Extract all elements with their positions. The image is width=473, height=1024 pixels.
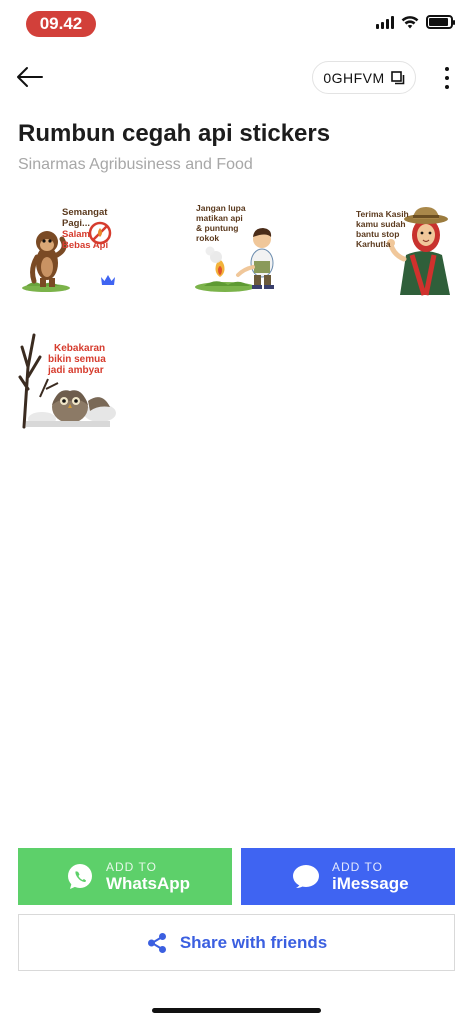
sticker-caption-line: Salam bbox=[62, 229, 90, 240]
share-icon bbox=[147, 932, 166, 953]
whatsapp-button-label: WhatsApp bbox=[106, 873, 191, 893]
share-with-friends-button[interactable]: Share with friends bbox=[18, 914, 455, 971]
add-to-imessage-button[interactable]: ADD TO iMessage bbox=[241, 848, 455, 905]
sticker-caption-line: Karhutla bbox=[356, 239, 391, 249]
sticker-caption-line: Semangat bbox=[62, 207, 108, 218]
pack-code-copy-button[interactable]: 0GHFVM bbox=[312, 61, 416, 94]
status-icons bbox=[376, 15, 455, 29]
sticker-owl-burnt-tree[interactable]: Kebakaran bikin semua jadi ambyar bbox=[18, 327, 118, 429]
sticker-caption-line: bantu stop bbox=[356, 229, 399, 239]
copy-icon bbox=[390, 70, 404, 84]
pack-code: 0GHFVM bbox=[323, 69, 385, 86]
sticker-ranger-girl[interactable]: Terima Kasih kamu sudah bantu stop Karhu… bbox=[354, 195, 454, 296]
sticker-caption-line: Terima Kasih bbox=[356, 209, 409, 219]
sticker-caption-line: Jangan lupa bbox=[196, 203, 246, 213]
imessage-button-label: iMessage bbox=[332, 873, 409, 893]
battery-icon bbox=[426, 15, 455, 29]
sticker-caption-line: & puntung bbox=[196, 223, 238, 233]
cellular-signal-icon bbox=[376, 15, 394, 29]
sticker-caption-line: jadi ambyar bbox=[47, 365, 104, 376]
crown-icon bbox=[101, 275, 115, 285]
status-time: 09.42 bbox=[26, 11, 96, 37]
sticker-caption-line: Pagi... bbox=[62, 218, 90, 229]
pack-publisher: Sinarmas Agribusiness and Food bbox=[18, 156, 253, 173]
imessage-icon bbox=[293, 864, 319, 888]
sticker-caption-line: rokok bbox=[196, 233, 219, 243]
sticker-boy-campfire[interactable]: Jangan lupa matikan api & puntung rokok bbox=[190, 195, 290, 295]
sticker-caption-line: matikan api bbox=[196, 213, 243, 223]
add-to-whatsapp-button[interactable]: ADD TO WhatsApp bbox=[18, 848, 232, 905]
back-button[interactable] bbox=[14, 62, 46, 92]
whatsapp-button-caption: ADD TO bbox=[106, 859, 157, 874]
whatsapp-icon bbox=[68, 863, 92, 889]
arrow-left-icon bbox=[17, 67, 43, 87]
more-options-icon[interactable] bbox=[436, 64, 458, 92]
imessage-button-caption: ADD TO bbox=[332, 859, 383, 874]
status-bar: 09.42 bbox=[0, 0, 473, 48]
sticker-caption-line: Bebas Api bbox=[62, 240, 108, 251]
sticker-caption-line: bikin semua bbox=[48, 354, 106, 365]
sticker-caption-line: Kebakaran bbox=[54, 343, 105, 354]
home-indicator[interactable] bbox=[152, 1008, 321, 1013]
wifi-icon bbox=[401, 16, 419, 29]
pack-title: Rumbun cegah api stickers bbox=[18, 120, 331, 147]
sticker-caption-line: kamu sudah bbox=[356, 219, 406, 229]
share-button-label: Share with friends bbox=[179, 932, 328, 952]
